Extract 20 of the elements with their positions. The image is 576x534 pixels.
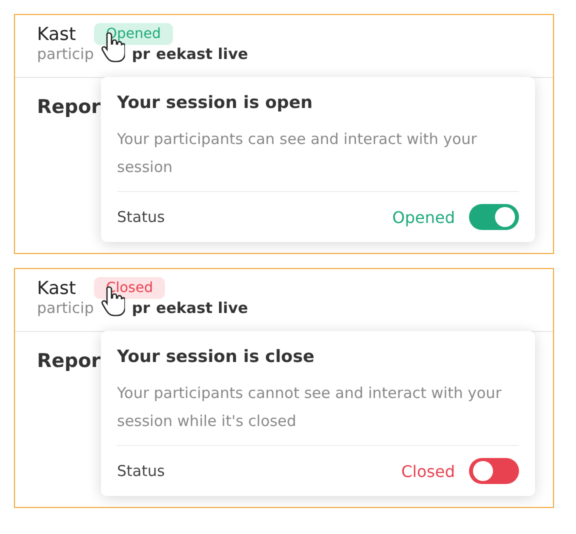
status-label: Status (117, 462, 166, 480)
popover-description: Your participants can see and interact with your session (117, 125, 519, 192)
status-value: Closed (401, 462, 455, 480)
section-heading: Repor (37, 96, 101, 118)
session-link-text: pr (132, 299, 150, 317)
session-link-text: eekast live (156, 299, 248, 317)
session-title: Kast (37, 278, 76, 298)
session-link-text: pr (132, 45, 150, 63)
popover-description: Your participants cannot see and interact with your session while it's closed (117, 379, 519, 446)
session-link-text: eekast live (156, 45, 248, 63)
status-toggle[interactable] (469, 204, 519, 230)
session-subtitle: particip (37, 45, 94, 63)
popover-title: Your session is open (117, 93, 314, 113)
status-label: Status (117, 208, 166, 226)
section-heading: Repor (37, 350, 101, 372)
status-toggle[interactable] (469, 458, 519, 484)
status-value: Opened (392, 208, 455, 226)
session-title: Kast (37, 24, 76, 44)
session-subtitle: particip (37, 299, 94, 317)
popover-title: Your session is close (117, 347, 316, 367)
